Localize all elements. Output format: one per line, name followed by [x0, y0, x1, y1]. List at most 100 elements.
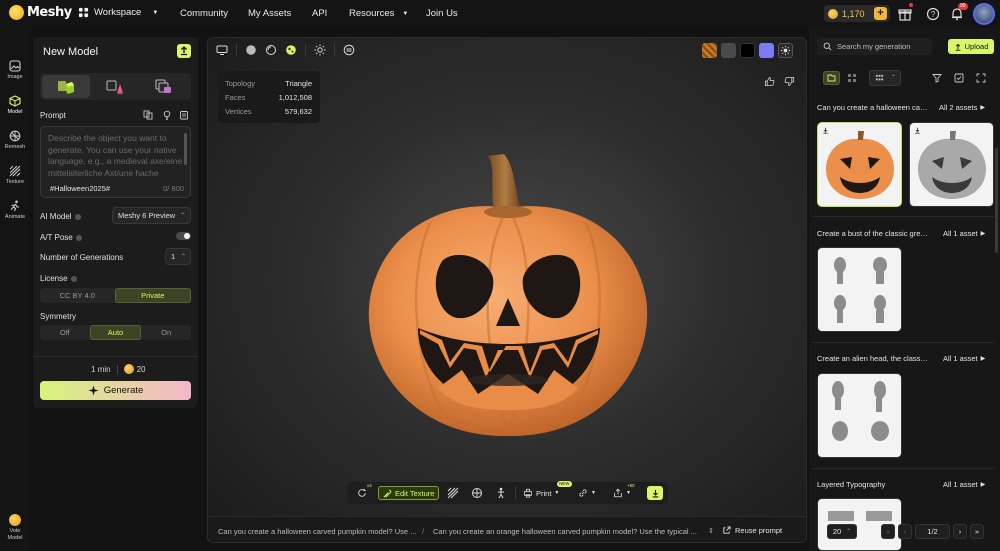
first-page-button[interactable]: «	[881, 524, 895, 539]
textured-sphere-icon[interactable]	[285, 44, 297, 56]
thumbs-down-icon[interactable]	[784, 76, 795, 87]
nav-api[interactable]: API	[312, 8, 327, 19]
gift-icon[interactable]	[898, 7, 912, 21]
tab-text-to-3d[interactable]	[42, 75, 90, 98]
prompt-scrollbar[interactable]	[184, 133, 187, 165]
last-page-button[interactable]: »	[970, 524, 984, 539]
nav-my-assets[interactable]: My Assets	[248, 8, 291, 19]
group-title[interactable]: Create a bust of the classic grey alien	[817, 229, 929, 238]
leftnav-item-image[interactable]: Image	[0, 60, 30, 80]
fullscreen-icon[interactable]	[976, 73, 986, 83]
nav-resources[interactable]: Resources ▼	[349, 8, 408, 19]
group-title[interactable]: Can you create a halloween carved pumpki…	[817, 103, 929, 112]
translate-icon[interactable]	[143, 110, 153, 120]
model-viewport[interactable]: Topology Triangle Faces 1,012,508 Vertic…	[207, 37, 807, 543]
upload-button[interactable]: Upload	[948, 39, 994, 54]
layout-density-select[interactable]: ⌃	[869, 70, 901, 86]
license-option-cc-by[interactable]: CC BY 4.0	[40, 288, 115, 303]
nav-community[interactable]: Community	[180, 8, 228, 19]
swatch-purple[interactable]	[759, 43, 774, 58]
swatch-black[interactable]	[740, 43, 755, 58]
monitor-icon[interactable]	[216, 44, 228, 56]
edit-texture-button[interactable]: Edit Texture	[378, 486, 440, 500]
solid-sphere-icon[interactable]	[245, 44, 257, 56]
at-pose-toggle[interactable]	[176, 232, 191, 240]
asset-card-pumpkin-untextured[interactable]	[909, 122, 994, 207]
light-settings-icon[interactable]	[778, 43, 793, 58]
folder-view-button[interactable]	[823, 71, 840, 85]
rig-figure-icon[interactable]	[495, 486, 507, 500]
credits-display[interactable]: 1,170 +	[824, 5, 890, 22]
download-icon[interactable]	[822, 127, 829, 134]
info-icon[interactable]	[70, 275, 77, 282]
sun-icon[interactable]	[314, 44, 326, 56]
nav-join-us[interactable]: Join Us	[426, 8, 458, 19]
asset-card-alien-head[interactable]	[817, 373, 902, 458]
filter-icon[interactable]	[932, 73, 942, 83]
symmetry-option-auto[interactable]: Auto	[89, 325, 142, 340]
chevron-down-icon: ▼	[554, 490, 560, 496]
page-size-select[interactable]: 20 ⌃	[827, 524, 857, 539]
export-menu[interactable]: ▼	[613, 486, 631, 500]
page-value: 1/2	[927, 527, 938, 536]
info-icon[interactable]	[74, 213, 81, 220]
remesh-tool-icon[interactable]	[471, 486, 483, 500]
face-icon[interactable]	[343, 44, 355, 56]
grid-view-icon[interactable]	[847, 73, 857, 83]
assets-scrollbar[interactable]	[995, 148, 998, 253]
download-icon[interactable]	[914, 127, 921, 134]
swatch-pumpkin[interactable]	[702, 43, 717, 58]
at-pose-label-text: A/T Pose	[40, 233, 73, 242]
workspace-menu[interactable]: Workspace ▼	[78, 7, 158, 18]
symmetry-option-on[interactable]: On	[141, 325, 191, 340]
thumbs-up-icon[interactable]	[764, 76, 775, 87]
leftnav-item-model[interactable]: Model	[0, 95, 30, 115]
swatch-grey[interactable]	[721, 43, 736, 58]
leftnav-item-texture[interactable]: Texture	[0, 165, 30, 185]
asset-card-pumpkin-textured[interactable]	[817, 122, 902, 207]
vote-model-button[interactable]: Vote Model	[0, 514, 30, 542]
history-prompt-1[interactable]: Can you create a halloween carved pumpki…	[218, 527, 416, 536]
group-title[interactable]: Create an alien head, the classic grey a…	[817, 354, 929, 363]
clipboard-icon[interactable]	[179, 110, 189, 120]
print-button[interactable]: Print ▼	[523, 486, 559, 500]
prompt-textarea[interactable]: Describe the object you want to generate…	[40, 126, 191, 198]
clay-sphere-icon[interactable]	[265, 44, 277, 56]
prev-page-button[interactable]: ‹	[898, 524, 912, 539]
leftnav-item-remesh[interactable]: Remesh	[0, 130, 30, 150]
add-credits-button[interactable]: +	[874, 7, 887, 20]
import-button[interactable]	[177, 44, 191, 58]
texture-lines-icon[interactable]	[447, 486, 459, 500]
retry-button[interactable]	[355, 486, 369, 500]
pumpkin-model-render[interactable]	[358, 148, 658, 448]
help-icon[interactable]: ?	[926, 7, 940, 21]
info-icon[interactable]	[75, 234, 82, 241]
group-all-link[interactable]: All 2 assets ▶	[939, 103, 985, 112]
group-all-link[interactable]: All 1 asset ▶	[943, 229, 985, 238]
next-page-button[interactable]: ›	[953, 524, 967, 539]
chevron-updown-icon[interactable]: ⇕	[708, 527, 714, 535]
generate-button[interactable]: Generate	[40, 381, 191, 400]
symmetry-option-off[interactable]: Off	[40, 325, 90, 340]
reuse-prompt-button[interactable]: Reuse prompt	[722, 526, 782, 535]
tab-image-to-3d[interactable]	[91, 75, 139, 98]
logo[interactable]: Meshy	[9, 5, 72, 20]
license-option-private[interactable]: Private	[114, 288, 191, 303]
group-title[interactable]: Layered Typography	[817, 480, 929, 489]
prompt-hashtag[interactable]: #Halloween2025#	[50, 184, 110, 193]
search-generations-input[interactable]: Search my generation	[817, 38, 932, 55]
leftnav-item-animate[interactable]: Animate	[0, 200, 30, 220]
history-prompt-2[interactable]: Can you create an orange halloween carve…	[433, 527, 697, 536]
download-button[interactable]	[647, 486, 663, 500]
tab-multi-image-to-3d[interactable]	[140, 75, 188, 98]
select-checkbox-icon[interactable]	[954, 73, 964, 83]
asset-card-alien-bust[interactable]	[817, 247, 902, 332]
share-menu[interactable]: ▼	[578, 486, 596, 500]
group-all-link[interactable]: All 1 asset ▶	[943, 480, 985, 489]
avatar[interactable]	[973, 3, 995, 25]
lightbulb-icon[interactable]	[162, 110, 172, 120]
ai-model-select[interactable]: Meshy 6 Preview ⌃	[112, 207, 191, 224]
workspace-grid-icon	[78, 7, 89, 18]
group-all-link[interactable]: All 1 asset ▶	[943, 354, 985, 363]
num-generations-stepper[interactable]: 1 ⌃	[165, 248, 191, 265]
